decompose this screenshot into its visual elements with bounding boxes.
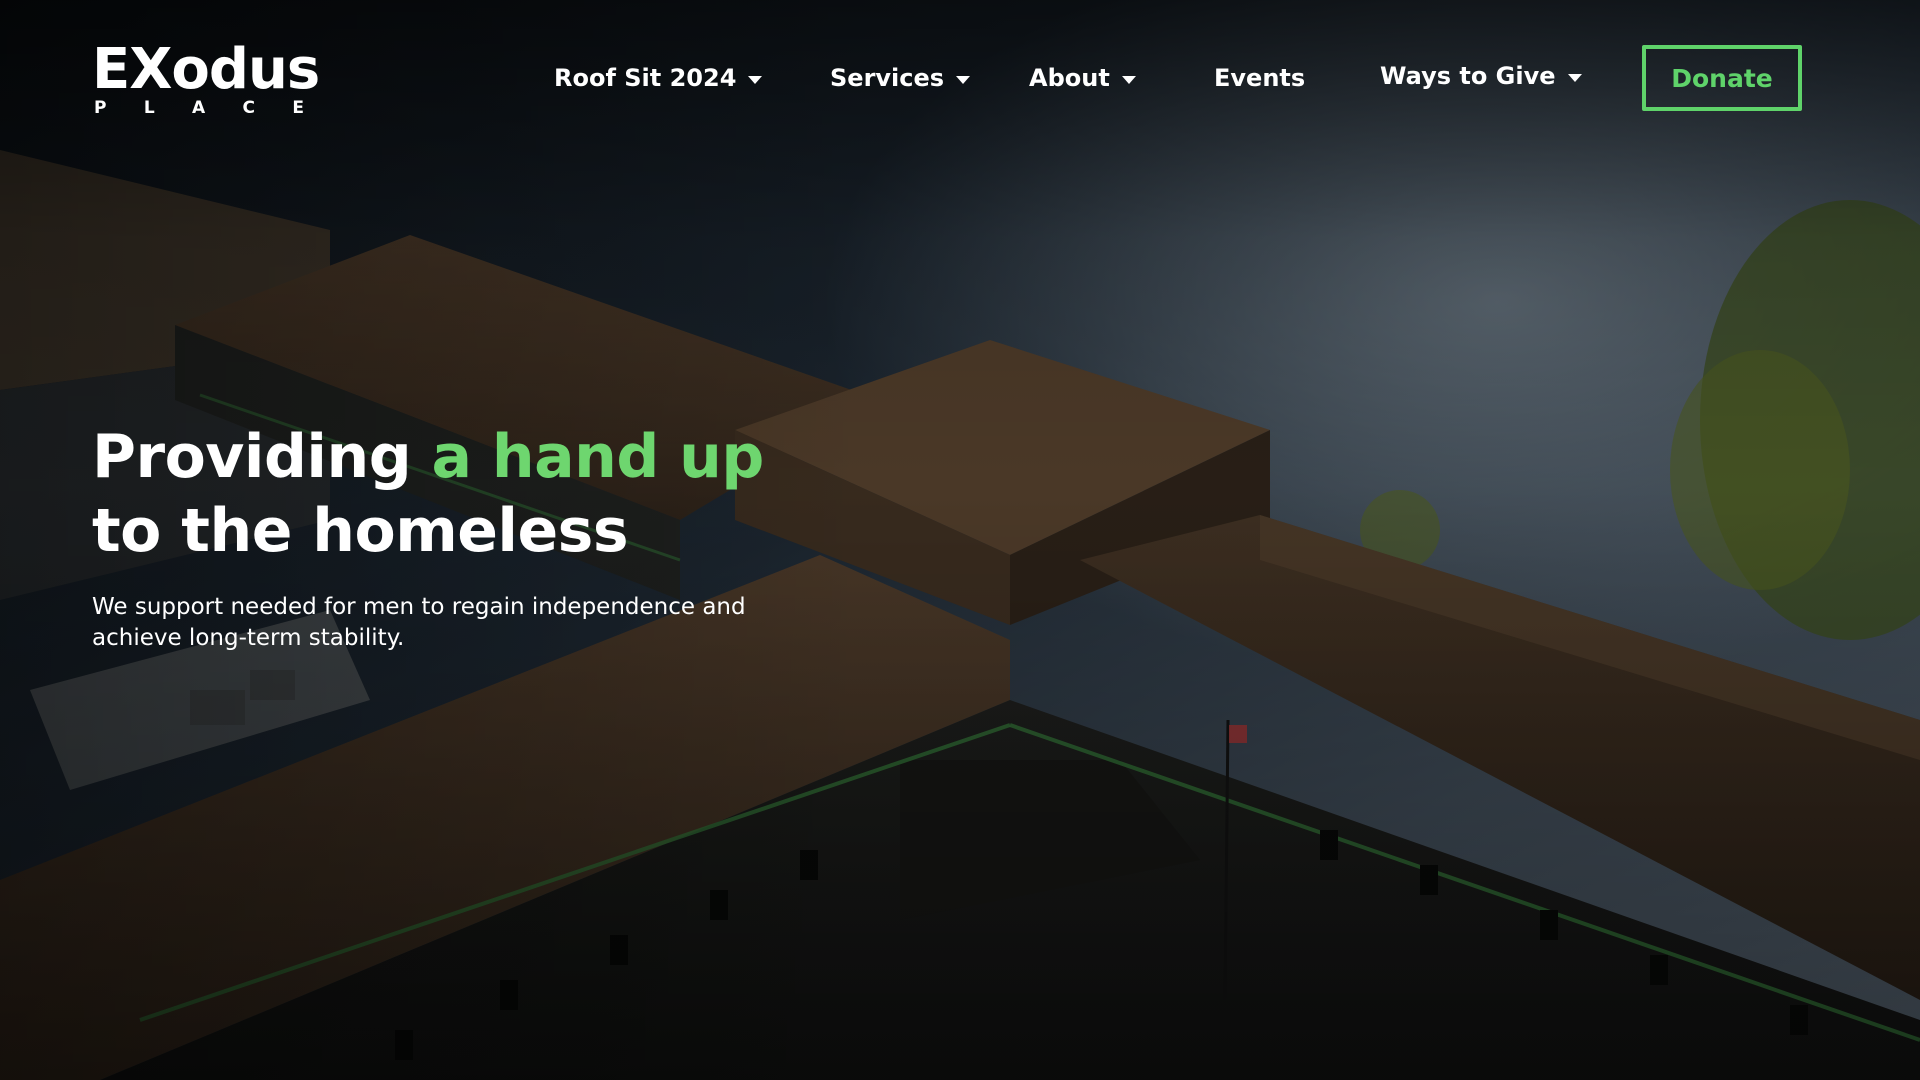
hero-title-prefix: Providing [92, 422, 412, 492]
nav-item-roof-sit-2024[interactable]: Roof Sit 2024 [554, 58, 763, 98]
chevron-down-icon [1121, 75, 1136, 84]
logo-letter: L [143, 98, 155, 118]
site-header: EXodus P L A C E Roof Sit 2024 Services … [0, 0, 1920, 160]
nav-item-label: Services [830, 64, 945, 92]
hero-title-line2: to the homeless [92, 496, 629, 566]
logo-subtitle: P L A C E [94, 98, 304, 118]
logo-letter: A [192, 98, 206, 118]
donate-button[interactable]: Donate [1642, 45, 1802, 111]
logo-letter: E [292, 98, 304, 118]
hero-subtitle: We support needed for men to regain inde… [92, 594, 746, 651]
logo-letter: C [242, 98, 255, 118]
logo-letter: P [94, 98, 107, 118]
nav-item-ways-to-give[interactable]: Ways to Give [1380, 56, 1582, 96]
nav-item-label: Roof Sit 2024 [554, 64, 737, 92]
nav-item-events[interactable]: Events [1214, 58, 1305, 98]
chevron-down-icon [1567, 73, 1582, 82]
nav-item-label: About [1029, 64, 1110, 92]
chevron-down-icon [748, 75, 763, 84]
chevron-down-icon [956, 75, 971, 84]
exodus-place-logo[interactable]: EXodus P L A C E [92, 40, 320, 120]
nav-item-label: Events [1214, 64, 1306, 92]
nav-item-services[interactable]: Services [830, 58, 971, 98]
hero-section: EXodus P L A C E Roof Sit 2024 Services … [0, 0, 1920, 1080]
nav-item-about[interactable]: About [1029, 58, 1136, 98]
hero-title-accent: a hand up [431, 422, 765, 492]
nav-item-label: Ways to Give [1380, 62, 1556, 90]
hero-title: Providing a hand up to the homeless [92, 420, 852, 568]
logo-wordmark: EXodus [92, 37, 320, 102]
